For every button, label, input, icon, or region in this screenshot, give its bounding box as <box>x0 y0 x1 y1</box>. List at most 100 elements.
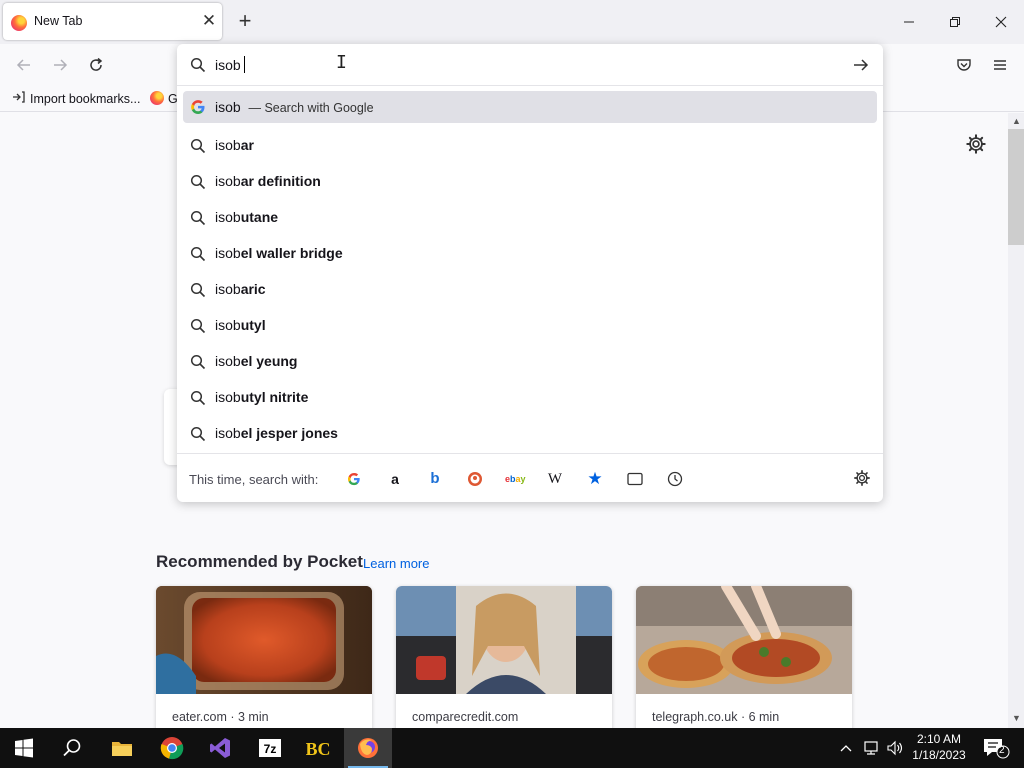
suggestion-typed: isob <box>215 389 241 405</box>
restore-button[interactable] <box>932 0 978 44</box>
pizza-image <box>636 586 852 694</box>
action-center-button[interactable]: 2 <box>980 736 1010 760</box>
back-button[interactable] <box>11 52 37 78</box>
urlbar-dropdown: I isob — Search with Google isobarisobar… <box>177 44 883 502</box>
taskbar-search-button[interactable] <box>48 728 96 768</box>
suggestion-item[interactable]: isobutyl <box>183 307 877 343</box>
chevron-up-icon[interactable] <box>840 741 852 755</box>
pocket-heading: Recommended by Pocket <box>156 552 363 571</box>
amazon-icon[interactable]: a <box>385 469 405 489</box>
7zip-button[interactable]: 7z <box>246 728 294 768</box>
search-settings-button[interactable] <box>853 469 871 490</box>
pocket-story-card[interactable]: telegraph.co.uk · 6 min <box>636 586 852 728</box>
duckduckgo-icon[interactable] <box>465 469 485 489</box>
suggestion-typed: isob <box>215 317 241 333</box>
history-icon[interactable] <box>665 469 685 489</box>
page-scrollbar[interactable]: ▲ ▼ <box>1008 113 1024 728</box>
search-icon <box>190 57 206 76</box>
search-icon <box>190 138 206 157</box>
ibeam-cursor-icon: I <box>336 52 347 73</box>
suggestion-completion: el jesper jones <box>240 425 338 441</box>
import-bookmarks-button[interactable]: Import bookmarks... <box>12 91 140 106</box>
chrome-button[interactable] <box>148 728 196 768</box>
suggestion-item[interactable]: isobel waller bridge <box>183 235 877 271</box>
reload-icon <box>90 57 103 71</box>
address-input[interactable] <box>215 56 815 74</box>
suggestion-item[interactable]: isobel jesper jones <box>183 415 877 451</box>
suggestion-typed: isob <box>215 281 241 297</box>
firefox-button[interactable] <box>344 728 392 768</box>
suggestion-item[interactable]: isobutane <box>183 199 877 235</box>
visual-studio-button[interactable] <box>196 728 244 768</box>
close-tab-icon[interactable]: ✕ <box>199 11 219 31</box>
new-tab-button[interactable]: + <box>233 9 257 33</box>
wikipedia-icon[interactable]: W <box>545 469 565 489</box>
pocket-story-card[interactable]: comparecredit.com <box>396 586 612 728</box>
tab-new-tab[interactable]: New Tab ✕ <box>3 3 222 40</box>
suggestion-completion: el yeung <box>240 353 298 369</box>
search-icon <box>190 210 206 229</box>
close-window-button[interactable] <box>978 0 1024 44</box>
pocket-icon <box>957 59 971 71</box>
7zip-icon: 7z <box>259 739 281 757</box>
network-icon[interactable] <box>862 740 880 756</box>
text-caret <box>244 56 245 73</box>
taskbar-clock[interactable]: 2:10 AM 1/18/2023 <box>906 731 972 763</box>
pocket-button[interactable] <box>951 52 977 78</box>
restore-icon <box>950 17 960 27</box>
gear-icon <box>966 134 986 154</box>
search-icon <box>190 246 206 265</box>
bing-icon[interactable]: b <box>425 469 445 489</box>
beyond-compare-icon: BC <box>306 739 330 759</box>
search-icon <box>63 739 81 757</box>
suggestion-search-with-google[interactable]: isob — Search with Google <box>183 91 877 123</box>
pocket-story-card[interactable]: eater.com · 3 min <box>156 586 372 728</box>
scroll-down-icon[interactable]: ▼ <box>1012 713 1021 723</box>
folder-icon <box>112 742 132 756</box>
scroll-up-icon[interactable]: ▲ <box>1012 116 1021 126</box>
start-button[interactable] <box>0 728 48 768</box>
suggestion-completion: utyl <box>240 317 266 333</box>
suggestion-item[interactable]: isobel yeung <box>183 343 877 379</box>
ebay-icon[interactable]: ebay <box>505 469 526 489</box>
suggestion-completion: ar definition <box>240 173 321 189</box>
search-icon <box>190 354 206 373</box>
forward-button[interactable] <box>47 52 73 78</box>
svg-text:BC: BC <box>306 739 330 759</box>
import-icon <box>12 91 25 106</box>
one-off-label: This time, search with: <box>189 472 319 487</box>
suggestion-completion: utane <box>240 209 279 225</box>
story-source: telegraph.co.uk · 6 min <box>652 710 780 724</box>
bookmark-getting-started[interactable]: Getting Started <box>150 91 180 107</box>
notification-count: 2 <box>999 745 1005 756</box>
suggestion-completion: el waller bridge <box>240 245 343 261</box>
story-source: eater.com · 3 min <box>172 710 269 724</box>
svg-text:7z: 7z <box>264 742 277 756</box>
suggestion-item[interactable]: isobar <box>183 127 877 163</box>
beyond-compare-button[interactable]: BC <box>294 728 342 768</box>
suggestion-item[interactable]: isobutyl nitrite <box>183 379 877 415</box>
suggestion-typed: isob <box>215 209 241 225</box>
suggestion-item[interactable]: isobar definition <box>183 163 877 199</box>
personalize-button[interactable] <box>965 133 987 158</box>
reload-button[interactable] <box>83 52 109 78</box>
suggestion-completion: ar <box>240 137 254 153</box>
bookmarks-icon[interactable]: ★ <box>585 469 605 489</box>
learn-more-link[interactable]: Learn more <box>363 556 429 571</box>
scroll-thumb[interactable] <box>1008 129 1024 245</box>
volume-icon[interactable] <box>886 740 904 756</box>
suggestion-typed: isob <box>215 173 241 189</box>
google-icon[interactable] <box>344 469 364 489</box>
minimize-button[interactable] <box>886 0 932 44</box>
go-button[interactable] <box>853 57 869 76</box>
suggestion-item[interactable]: isobaric <box>183 271 877 307</box>
app-menu-button[interactable] <box>987 52 1013 78</box>
woman-in-car-image <box>396 586 612 694</box>
windows-logo-icon <box>15 738 33 758</box>
one-off-search-bar: This time, search with: a b ebay W ★ <box>177 453 883 502</box>
search-icon <box>190 282 206 301</box>
clock-date: 1/18/2023 <box>912 748 966 762</box>
windows-taskbar: 7z BC 2:10 AM 1/18/2023 2 <box>0 728 1024 768</box>
tabs-icon[interactable] <box>625 469 645 489</box>
file-explorer-button[interactable] <box>98 728 146 768</box>
